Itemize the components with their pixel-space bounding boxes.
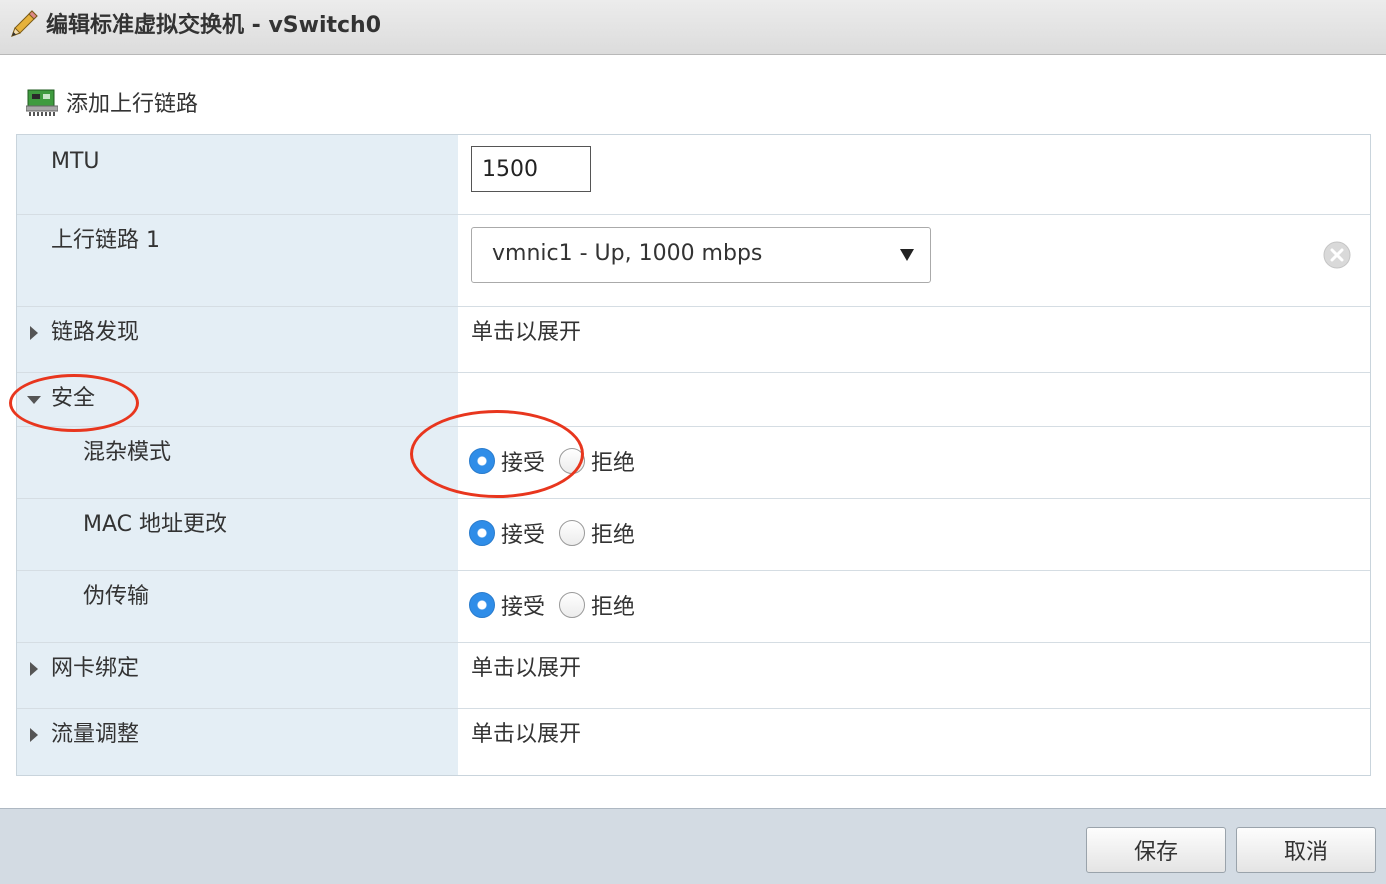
security-label: 安全 — [51, 386, 96, 411]
row-security[interactable]: 安全 — [17, 373, 1370, 427]
traffic-shaping-label: 流量调整 — [51, 722, 140, 747]
dropdown-arrow-icon — [900, 249, 914, 261]
expand-arrow-icon — [30, 662, 38, 676]
forged-transmits-label: 伪传输 — [83, 584, 150, 609]
row-mtu: MTU — [17, 135, 1370, 215]
nic-teaming-expand-text: 单击以展开 — [471, 656, 582, 681]
dialog-footer: 保存 取消 — [0, 808, 1386, 884]
row-promiscuous-mode: 混杂模式 接受 拒绝 — [17, 427, 1370, 499]
dialog-title: 编辑标准虚拟交换机 - vSwitch0 — [46, 13, 382, 38]
row-mac-address-changes: MAC 地址更改 接受 拒绝 — [17, 499, 1370, 571]
expand-arrow-icon — [30, 728, 38, 742]
collapse-arrow-icon — [27, 396, 41, 404]
cancel-button[interactable]: 取消 — [1236, 827, 1376, 873]
promiscuous-accept-radio[interactable]: 接受 — [469, 445, 545, 477]
promiscuous-mode-label: 混杂模式 — [83, 440, 172, 465]
radio-label: 拒绝 — [591, 523, 636, 548]
forged-transmits-radio-group: 接受 拒绝 — [469, 589, 649, 621]
radio-unselected-icon — [559, 448, 586, 474]
mtu-label: MTU — [51, 149, 100, 174]
mac-changes-accept-radio[interactable]: 接受 — [469, 517, 545, 549]
pencil-icon — [11, 10, 38, 37]
forged-transmits-accept-radio[interactable]: 接受 — [469, 589, 545, 621]
expand-arrow-icon — [30, 326, 38, 340]
remove-uplink-icon[interactable] — [1323, 241, 1351, 269]
mac-address-changes-radio-group: 接受 拒绝 — [469, 517, 649, 549]
radio-label: 拒绝 — [591, 595, 636, 620]
uplink-1-select[interactable]: vmnic1 - Up, 1000 mbps — [471, 227, 931, 283]
radio-label: 接受 — [501, 451, 546, 476]
link-discovery-expand-text: 单击以展开 — [471, 320, 582, 345]
radio-selected-icon — [469, 520, 495, 546]
properties-grid: MTU 上行链路 1 vmnic1 - Up, 1000 mbps 链路发现 单… — [16, 134, 1371, 776]
traffic-shaping-expand-text: 单击以展开 — [471, 722, 582, 747]
add-uplink-label: 添加上行链路 — [66, 92, 199, 117]
network-card-icon — [26, 89, 58, 116]
row-traffic-shaping[interactable]: 流量调整 单击以展开 — [17, 709, 1370, 775]
row-link-discovery[interactable]: 链路发现 单击以展开 — [17, 307, 1370, 373]
radio-label: 接受 — [501, 595, 546, 620]
mac-changes-reject-radio[interactable]: 拒绝 — [559, 517, 635, 549]
mtu-input[interactable] — [471, 146, 591, 192]
promiscuous-reject-radio[interactable]: 拒绝 — [559, 445, 635, 477]
radio-selected-icon — [469, 448, 495, 474]
row-uplink-1: 上行链路 1 vmnic1 - Up, 1000 mbps — [17, 215, 1370, 307]
uplink-1-label: 上行链路 1 — [51, 228, 160, 253]
radio-label: 接受 — [501, 523, 546, 548]
save-button[interactable]: 保存 — [1086, 827, 1226, 873]
mac-address-changes-label: MAC 地址更改 — [83, 512, 227, 537]
dialog-titlebar: 编辑标准虚拟交换机 - vSwitch0 — [0, 0, 1386, 55]
edit-vswitch-dialog: 编辑标准虚拟交换机 - vSwitch0 添加上行链路 MTU 上行链路 — [0, 0, 1386, 884]
radio-label: 拒绝 — [591, 451, 636, 476]
promiscuous-mode-radio-group: 接受 拒绝 — [469, 445, 649, 477]
forged-transmits-reject-radio[interactable]: 拒绝 — [559, 589, 635, 621]
radio-selected-icon — [469, 592, 495, 618]
radio-unselected-icon — [559, 520, 586, 546]
row-forged-transmits: 伪传输 接受 拒绝 — [17, 571, 1370, 643]
link-discovery-label: 链路发现 — [51, 320, 140, 345]
nic-teaming-label: 网卡绑定 — [51, 656, 140, 681]
row-nic-teaming[interactable]: 网卡绑定 单击以展开 — [17, 643, 1370, 709]
add-uplink-button[interactable]: 添加上行链路 — [26, 86, 198, 118]
uplink-1-selected-value: vmnic1 - Up, 1000 mbps — [492, 241, 763, 266]
radio-unselected-icon — [559, 592, 586, 618]
